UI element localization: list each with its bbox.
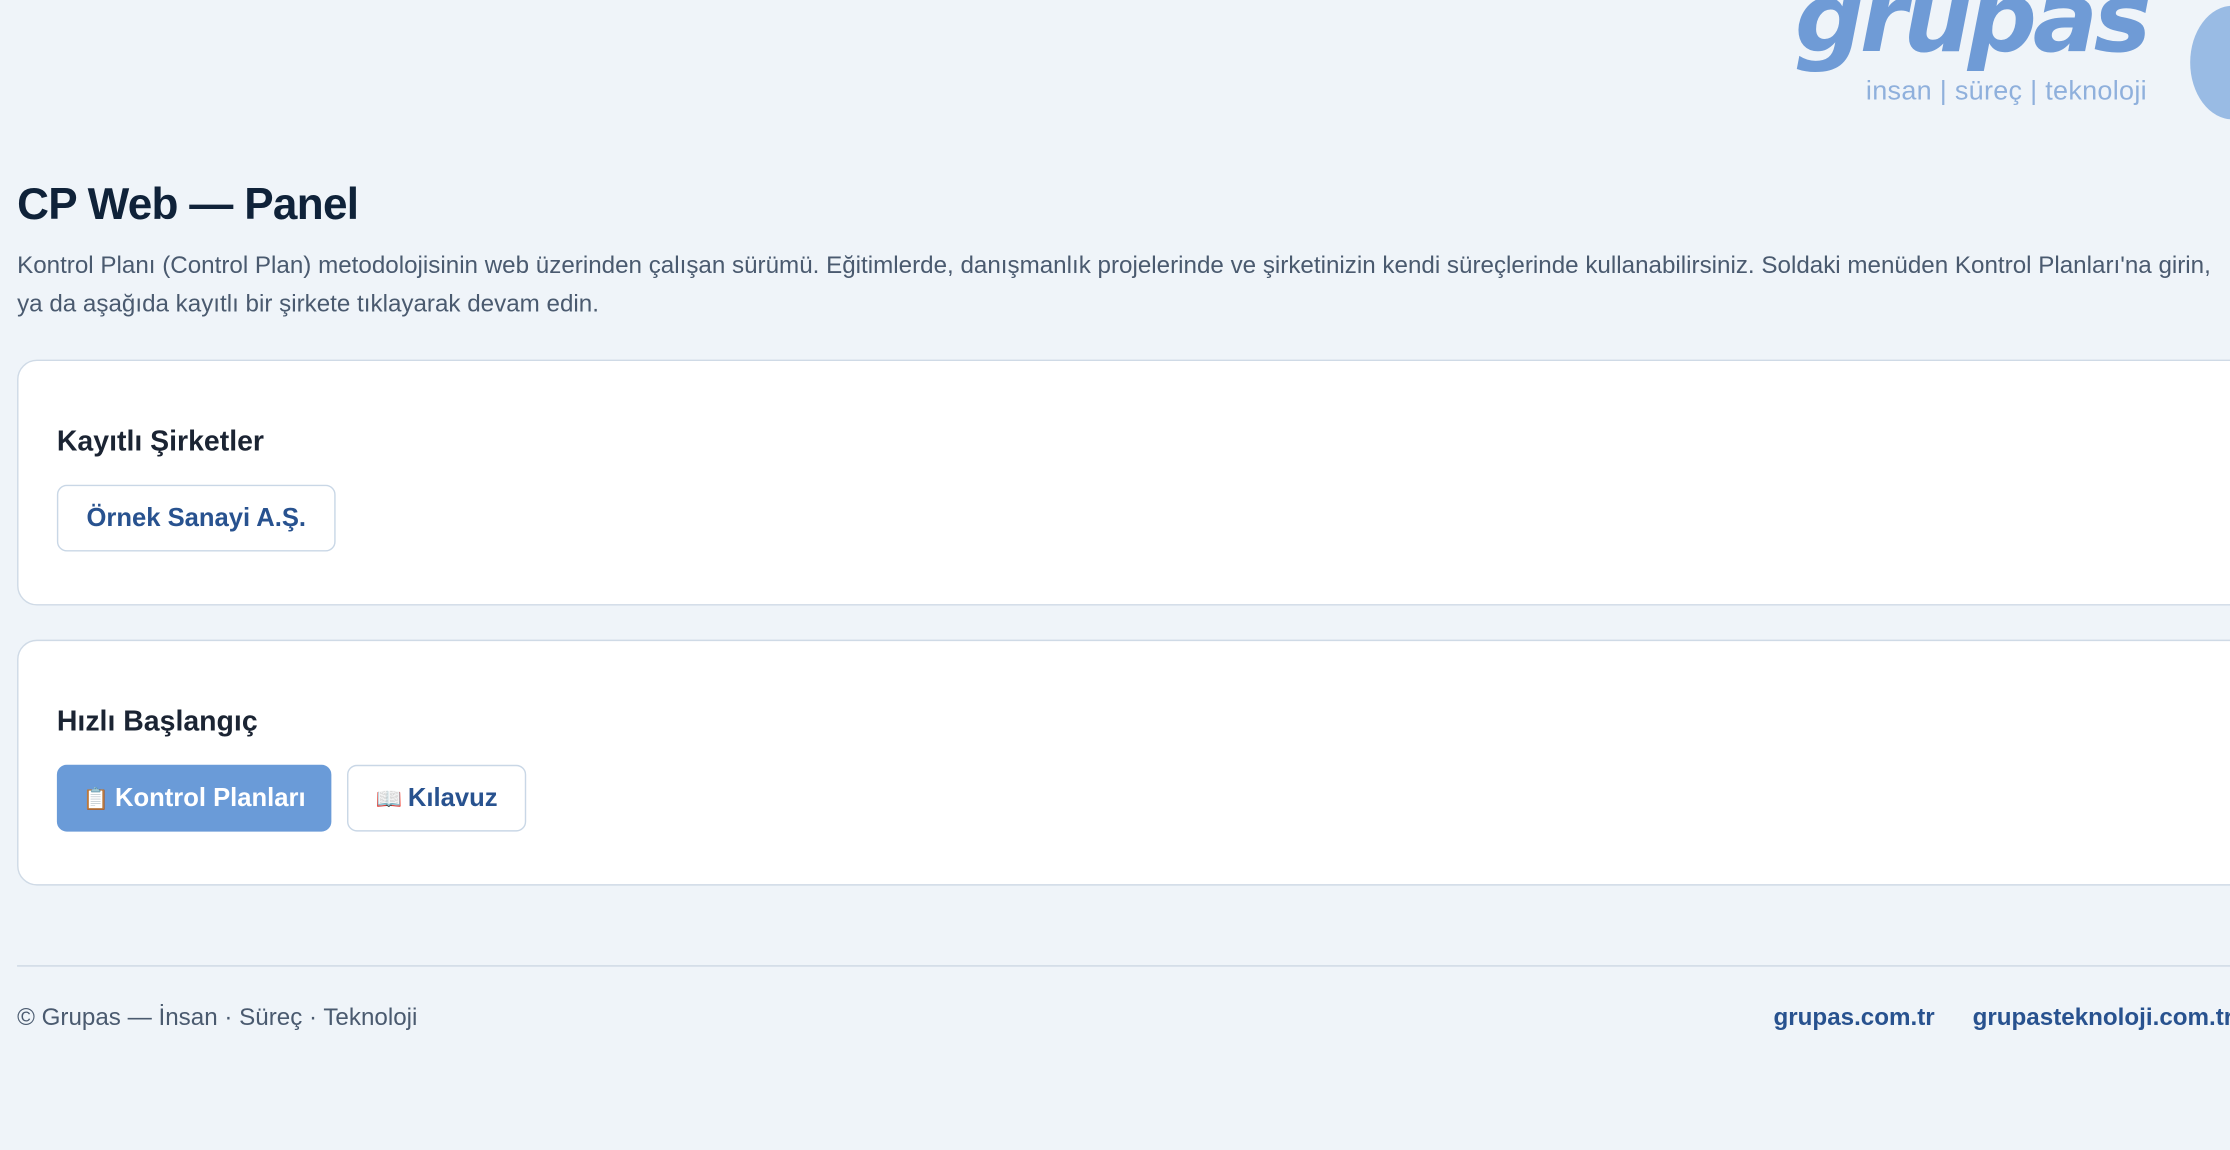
footer-link-grupasteknoloji[interactable]: grupasteknoloji.com.tr bbox=[1973, 1004, 2230, 1032]
page-title: CP Web — Panel bbox=[17, 179, 359, 229]
quick-start-title: Hızlı Başlangıç bbox=[56, 706, 258, 738]
page-intro: Kontrol Planı (Control Plan) metodolojis… bbox=[17, 251, 2211, 317]
quick-start-card: Hızlı Başlangıç 📋 Kontrol Planları 📖 Kıl… bbox=[17, 639, 2230, 886]
logo-tagline: insan | süreç | teknoloji bbox=[1865, 76, 2147, 107]
company-button[interactable]: Örnek Sanayi A.Ş. bbox=[56, 484, 336, 552]
footer-copyright: © Grupas — İnsan · Süreç · Teknoloji bbox=[17, 1003, 418, 1031]
footer-link-grupas[interactable]: grupas.com.tr bbox=[1773, 1004, 1934, 1032]
registered-companies-title: Kayıtlı Şirketler bbox=[56, 426, 264, 458]
guide-button[interactable]: 📖 Kılavuz bbox=[347, 764, 527, 832]
company-button-label: Örnek Sanayi A.Ş. bbox=[86, 503, 307, 532]
clipboard-icon: 📋 bbox=[82, 786, 110, 811]
registered-companies-card: Kayıtlı Şirketler Örnek Sanayi A.Ş. bbox=[17, 359, 2230, 606]
footer-divider bbox=[17, 965, 2230, 967]
control-plans-label: Kontrol Planları bbox=[114, 783, 306, 812]
grupas-logo[interactable]: grupas insan | süreç | teknoloji bbox=[1795, 0, 2230, 122]
page-viewport: grupas insan | süreç | teknoloji CP Web … bbox=[0, 0, 2230, 1150]
logo-swoosh-icon bbox=[2190, 5, 2230, 120]
control-plans-button[interactable]: 📋 Kontrol Planları bbox=[56, 764, 332, 832]
book-icon: 📖 bbox=[375, 786, 403, 811]
guide-label: Kılavuz bbox=[407, 783, 498, 812]
logo-wordmark: grupas bbox=[1794, 0, 2151, 76]
